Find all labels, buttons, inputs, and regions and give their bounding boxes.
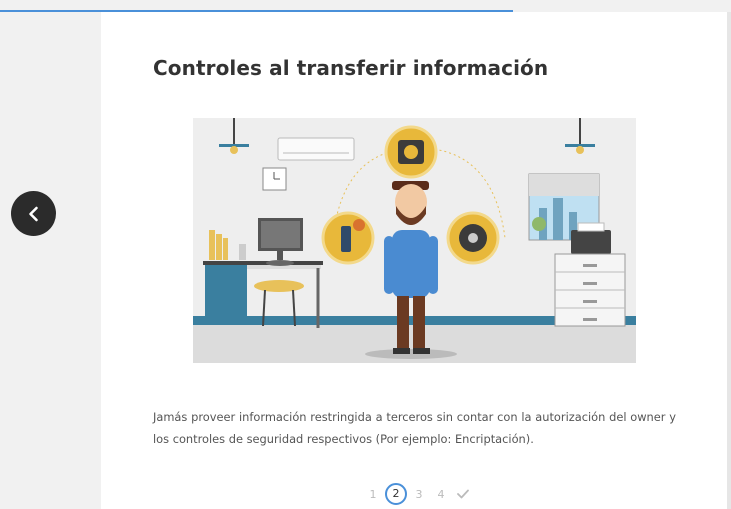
- previous-slide-button[interactable]: [11, 191, 56, 236]
- page-1-button[interactable]: 1: [362, 488, 384, 501]
- page-3-button[interactable]: 3: [408, 488, 430, 501]
- office-data-transfer-illustration: [193, 118, 636, 363]
- page-2-button-current[interactable]: 2: [385, 483, 407, 505]
- page-4-button[interactable]: 4: [430, 488, 452, 501]
- complete-check-button[interactable]: [452, 489, 474, 499]
- lesson-title: Controles al transferir información: [153, 56, 549, 80]
- card-edge: [727, 12, 731, 509]
- check-icon: [457, 489, 469, 499]
- slide-pagination: 1 2 3 4: [362, 483, 474, 505]
- chevron-left-icon: [28, 206, 38, 221]
- lesson-body-text: Jamás proveer información restringida a …: [153, 410, 676, 446]
